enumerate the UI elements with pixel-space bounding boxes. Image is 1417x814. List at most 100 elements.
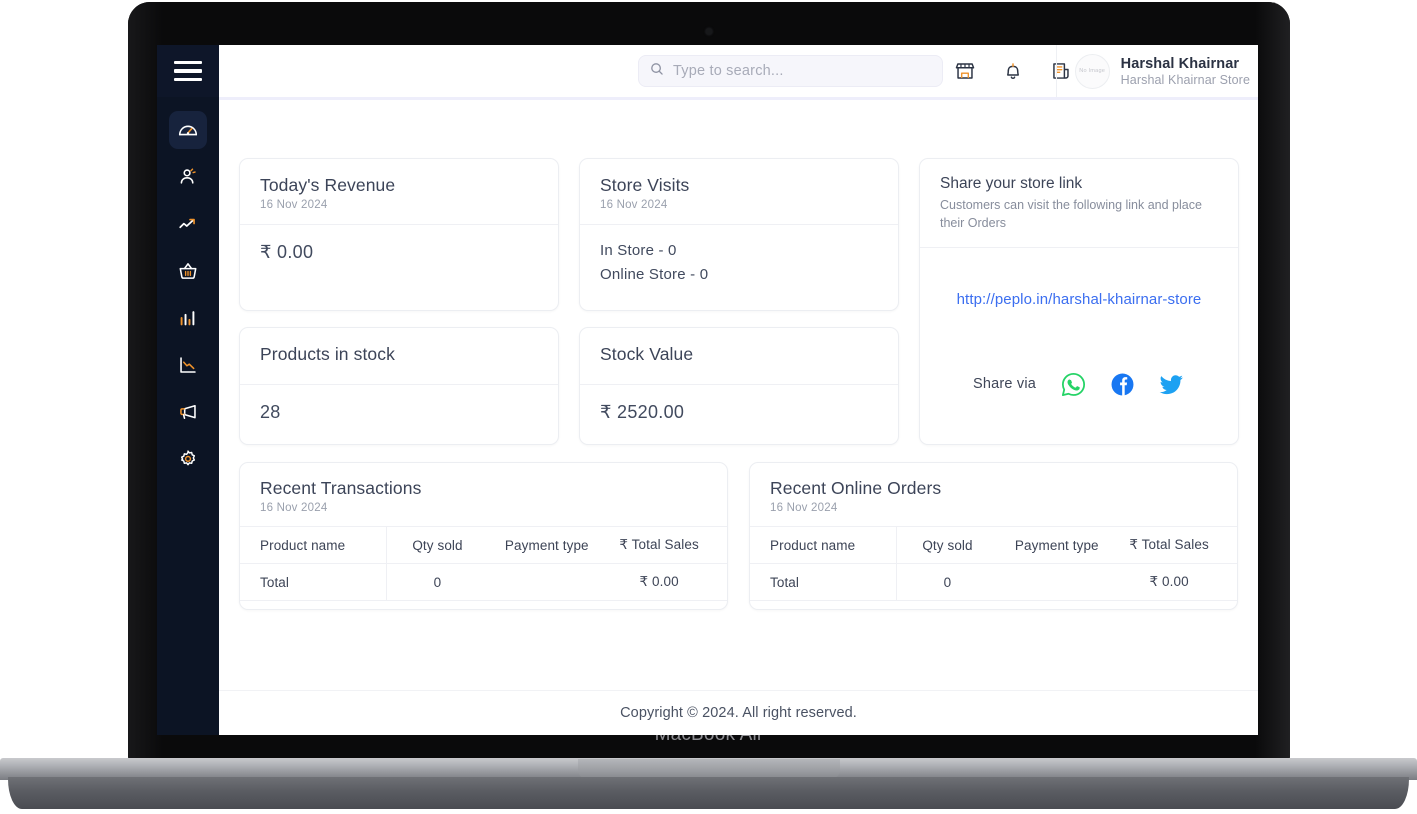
sidebar-header xyxy=(157,45,219,97)
sidebar-item-sales-trends[interactable] xyxy=(169,205,207,243)
sidebar-item-customers[interactable] xyxy=(169,158,207,196)
copyright-text: Copyright © 2024. All right reserved. xyxy=(620,705,857,721)
card-header: Store Visits 16 Nov 2024 xyxy=(580,159,898,224)
page-footer: Copyright © 2024. All right reserved. xyxy=(219,690,1258,735)
in-store-visits: In Store - 0 xyxy=(600,242,677,259)
hamburger-menu-icon[interactable] xyxy=(174,60,202,82)
twitter-icon[interactable] xyxy=(1158,371,1185,398)
card-recent-online-orders: Recent Online Orders 16 Nov 2024 Product… xyxy=(749,462,1238,610)
card-title: Recent Transactions xyxy=(260,478,422,498)
sidebar-item-analytics[interactable] xyxy=(169,346,207,384)
card-store-visits: Store Visits 16 Nov 2024 In Store - 0 On… xyxy=(579,158,899,311)
table-header-row: Product name Qty sold Payment type ₹ Tot… xyxy=(750,526,1237,564)
sidebar-item-dashboard[interactable] xyxy=(169,111,207,149)
cell-qty-sold: 0 xyxy=(386,563,489,601)
card-products-in-stock: Products in stock 28 xyxy=(239,327,559,445)
share-via-label: Share via xyxy=(972,376,1037,392)
column-payment-type: Payment type xyxy=(998,526,1116,564)
card-title: Products in stock xyxy=(260,344,395,364)
sidebar-item-marketing[interactable] xyxy=(169,393,207,431)
column-total-sales: ₹ Total Sales xyxy=(605,526,727,564)
profile-store: Harshal Khairnar Store xyxy=(1120,72,1250,87)
card-date: 16 Nov 2024 xyxy=(770,502,838,514)
card-body: ₹ 2520.00 xyxy=(580,385,898,440)
search-icon xyxy=(649,61,665,82)
column-total-sales: ₹ Total Sales xyxy=(1115,526,1237,564)
card-body: In Store - 0 Online Store - 0 xyxy=(580,225,898,305)
table-body: Total 0 ₹ 0.00 xyxy=(240,563,727,601)
sidebar xyxy=(157,45,219,735)
cell-total-sales: ₹ 0.00 xyxy=(605,563,727,601)
cell-total-sales: ₹ 0.00 xyxy=(1115,563,1237,601)
user-profile[interactable]: No Image Harshal Khairnar Harshal Khairn… xyxy=(1055,45,1250,97)
sidebar-item-products[interactable] xyxy=(169,252,207,290)
macbook-mockup: MacBook Air xyxy=(0,0,1417,814)
megaphone-icon xyxy=(177,401,199,423)
store-icon[interactable] xyxy=(954,60,976,82)
revenue-value: ₹ 0.00 xyxy=(260,242,314,262)
trending-up-icon xyxy=(177,213,199,235)
laptop-base xyxy=(0,758,1417,812)
card-date: 16 Nov 2024 xyxy=(260,502,328,514)
gear-icon xyxy=(177,448,199,470)
table-row: Total 0 ₹ 0.00 xyxy=(240,563,727,601)
sidebar-item-settings[interactable] xyxy=(169,440,207,478)
card-date: 16 Nov 2024 xyxy=(600,199,668,211)
main-content: Today's Revenue 16 Nov 2024 ₹ 0.00 Store… xyxy=(219,100,1258,735)
card-body: http://peplo.in/harshal-khairnar-store S… xyxy=(920,291,1238,398)
header-icon-group xyxy=(954,45,1072,97)
profile-name: Harshal Khairnar xyxy=(1120,55,1240,72)
card-title: Share your store link xyxy=(940,175,1083,192)
card-title: Stock Value xyxy=(600,344,694,364)
top-header: No Image Harshal Khairnar Harshal Khairn… xyxy=(219,45,1258,97)
whatsapp-icon[interactable] xyxy=(1060,371,1087,398)
search-box[interactable] xyxy=(638,55,943,87)
card-stock-value: Stock Value ₹ 2520.00 xyxy=(579,327,899,445)
table-footer-space xyxy=(240,601,727,627)
table-footer-space xyxy=(750,601,1237,627)
card-header: Today's Revenue 16 Nov 2024 xyxy=(240,159,558,224)
table-header: Product name Qty sold Payment type ₹ Tot… xyxy=(750,526,1237,564)
sidebar-item-reports[interactable] xyxy=(169,299,207,337)
column-product-name: Product name xyxy=(240,526,387,564)
screen: No Image Harshal Khairnar Harshal Khairn… xyxy=(157,45,1258,735)
card-title: Recent Online Orders xyxy=(770,478,942,498)
card-share-store-link: Share your store link Customers can visi… xyxy=(919,158,1239,445)
card-body: 28 xyxy=(240,385,558,440)
card-date: 16 Nov 2024 xyxy=(260,199,328,211)
bell-icon[interactable] xyxy=(1002,60,1024,82)
online-store-visits: Online Store - 0 xyxy=(600,266,709,284)
card-recent-transactions: Recent Transactions 16 Nov 2024 Product … xyxy=(239,462,728,610)
column-qty-sold: Qty sold xyxy=(386,526,489,564)
card-header: Stock Value xyxy=(580,328,898,384)
avatar: No Image xyxy=(1074,53,1110,89)
card-body: ₹ 0.00 xyxy=(240,225,558,280)
card-header: Recent Transactions 16 Nov 2024 xyxy=(240,463,727,526)
table-body: Total 0 ₹ 0.00 xyxy=(750,563,1237,601)
facebook-icon[interactable] xyxy=(1109,371,1136,398)
column-payment-type: Payment type xyxy=(488,526,606,564)
column-qty-sold: Qty sold xyxy=(896,526,999,564)
stock-value-amount: ₹ 2520.00 xyxy=(600,402,685,422)
speedometer-icon xyxy=(177,119,199,141)
card-todays-revenue: Today's Revenue 16 Nov 2024 ₹ 0.00 xyxy=(239,158,559,311)
table-header: Product name Qty sold Payment type ₹ Tot… xyxy=(240,526,727,564)
laptop-base-body xyxy=(8,777,1409,809)
share-row: Share via xyxy=(934,371,1224,398)
share-description: Customers can visit the following link a… xyxy=(940,198,1202,230)
online-orders-table: Product name Qty sold Payment type ₹ Tot… xyxy=(750,526,1237,601)
store-link[interactable]: http://peplo.in/harshal-khairnar-store xyxy=(934,291,1224,308)
card-header: Products in stock xyxy=(240,328,558,384)
profile-text: Harshal Khairnar Harshal Khairnar Store xyxy=(1121,56,1250,87)
table-header-row: Product name Qty sold Payment type ₹ Tot… xyxy=(240,526,727,564)
bar-chart-icon xyxy=(177,307,199,329)
cell-payment-type xyxy=(998,563,1116,601)
search-wrapper xyxy=(638,55,943,87)
cell-product-name: Total xyxy=(240,563,387,601)
search-input[interactable] xyxy=(673,63,942,79)
card-title: Store Visits xyxy=(600,175,690,195)
card-title: Today's Revenue xyxy=(260,175,396,195)
cell-product-name: Total xyxy=(750,563,897,601)
line-chart-down-icon xyxy=(177,354,199,376)
products-count: 28 xyxy=(260,402,281,422)
